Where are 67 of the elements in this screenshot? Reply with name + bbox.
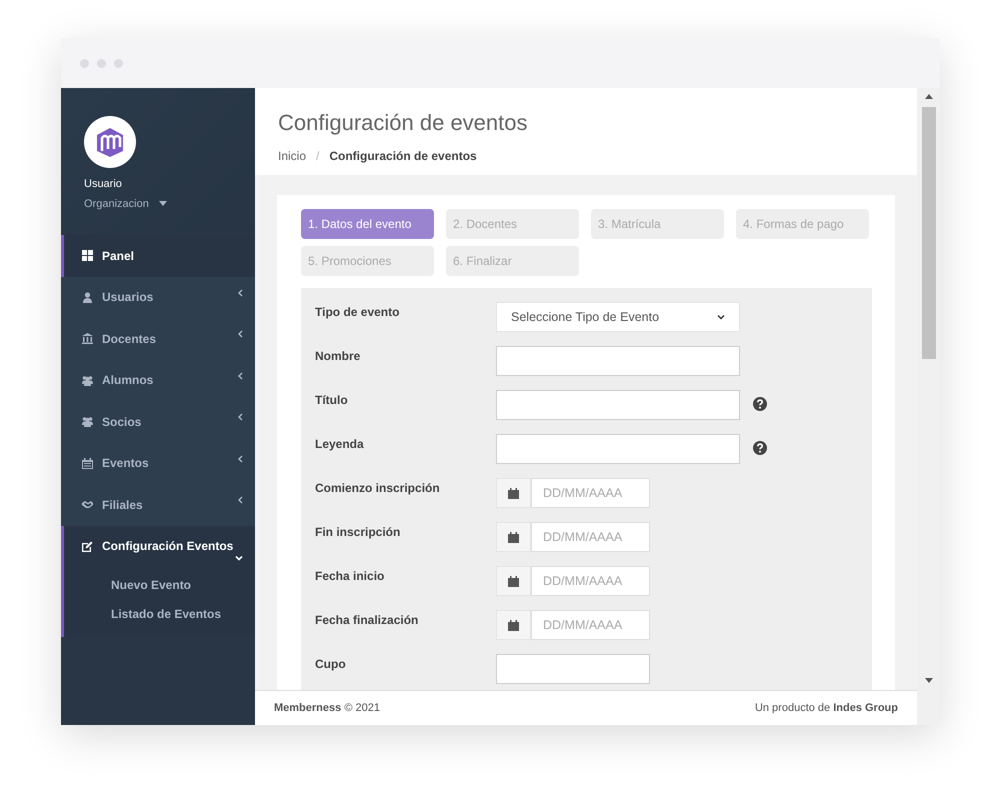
- text-input[interactable]: [496, 434, 740, 464]
- field-label: Comienzo inscripción: [315, 480, 441, 497]
- scroll-up-icon[interactable]: [924, 94, 932, 99]
- calendar-addon[interactable]: [496, 566, 531, 596]
- menu-item[interactable]: Configuración Eventos: [64, 526, 255, 567]
- field-label: Fecha inicio: [315, 568, 386, 585]
- user-icon: [82, 292, 93, 303]
- date-input[interactable]: DD/MM/AAAA: [531, 522, 650, 552]
- calendar-icon: [508, 620, 519, 630]
- caret-icon: [158, 201, 167, 206]
- handshake-icon: [82, 499, 93, 510]
- step-tab[interactable]: 1. Datos del evento: [301, 209, 434, 239]
- user-name: Usuario: [84, 177, 123, 192]
- menu-item[interactable]: Alumnos: [64, 360, 255, 401]
- submenu-item[interactable]: Nuevo Evento: [64, 571, 255, 600]
- menu-item[interactable]: Socios: [64, 401, 255, 442]
- field-label: Tipo de evento: [315, 304, 400, 321]
- scrollbar-thumb[interactable]: [922, 107, 936, 359]
- help-icon[interactable]: [753, 441, 767, 455]
- grid-icon: [82, 250, 93, 262]
- calendar-addon[interactable]: [496, 522, 531, 552]
- text-input[interactable]: [496, 654, 650, 684]
- calendar-addon[interactable]: [496, 610, 531, 640]
- chevron-left-icon: [238, 413, 243, 421]
- field-label: Fin inscripción: [315, 524, 402, 541]
- menu-item[interactable]: Docentes: [64, 318, 255, 360]
- field-label: Fecha finalización: [315, 612, 420, 629]
- menu-item[interactable]: Filiales: [64, 484, 255, 526]
- text-input[interactable]: [496, 390, 740, 420]
- credit-text: Un producto de Indes Group: [754, 700, 898, 716]
- edit-icon: [82, 540, 93, 552]
- chevron-left-icon: [238, 372, 243, 380]
- copyright-text: Memberness © 2021: [274, 700, 380, 716]
- chevron-down-icon: [717, 314, 725, 320]
- breadcrumb-link[interactable]: Inicio: [278, 147, 306, 165]
- breadcrumb-separator: /: [315, 148, 320, 165]
- calendar-icon: [82, 458, 93, 469]
- page-title: Configuración de eventos: [278, 109, 528, 137]
- bank-icon: [82, 333, 93, 344]
- calendar-icon: [508, 532, 519, 542]
- field-label: Leyenda: [315, 436, 365, 453]
- field-label: Nombre: [315, 348, 362, 365]
- breadcrumb-current: Configuración de eventos: [329, 148, 477, 165]
- logo-icon: [84, 116, 136, 168]
- menu-item[interactable]: Usuarios: [64, 276, 255, 318]
- users-icon: [82, 374, 93, 386]
- date-input[interactable]: DD/MM/AAAA: [531, 566, 650, 596]
- organization-dropdown[interactable]: Organizacion: [84, 196, 167, 212]
- event-type-select[interactable]: Seleccione Tipo de Evento: [496, 302, 740, 332]
- menu-item[interactable]: Eventos: [64, 442, 255, 484]
- field-label: Título: [315, 392, 349, 409]
- date-input[interactable]: DD/MM/AAAA: [531, 478, 650, 508]
- text-input[interactable]: [496, 346, 740, 376]
- scroll-down-icon[interactable]: [924, 678, 932, 683]
- chevron-left-icon: [238, 288, 243, 296]
- chevron-left-icon: [238, 496, 243, 504]
- calendar-addon[interactable]: [496, 478, 531, 508]
- help-icon[interactable]: [753, 397, 767, 411]
- submenu-item[interactable]: Listado de Eventos: [64, 600, 255, 629]
- chevron-left-icon: [238, 454, 243, 462]
- calendar-icon: [508, 576, 519, 586]
- chevron-left-icon: [238, 330, 243, 338]
- date-input[interactable]: DD/MM/AAAA: [531, 610, 650, 640]
- users-icon: [82, 416, 93, 428]
- calendar-icon: [508, 488, 519, 498]
- field-label: Cupo: [315, 656, 347, 673]
- chevron-down-icon: [235, 556, 243, 560]
